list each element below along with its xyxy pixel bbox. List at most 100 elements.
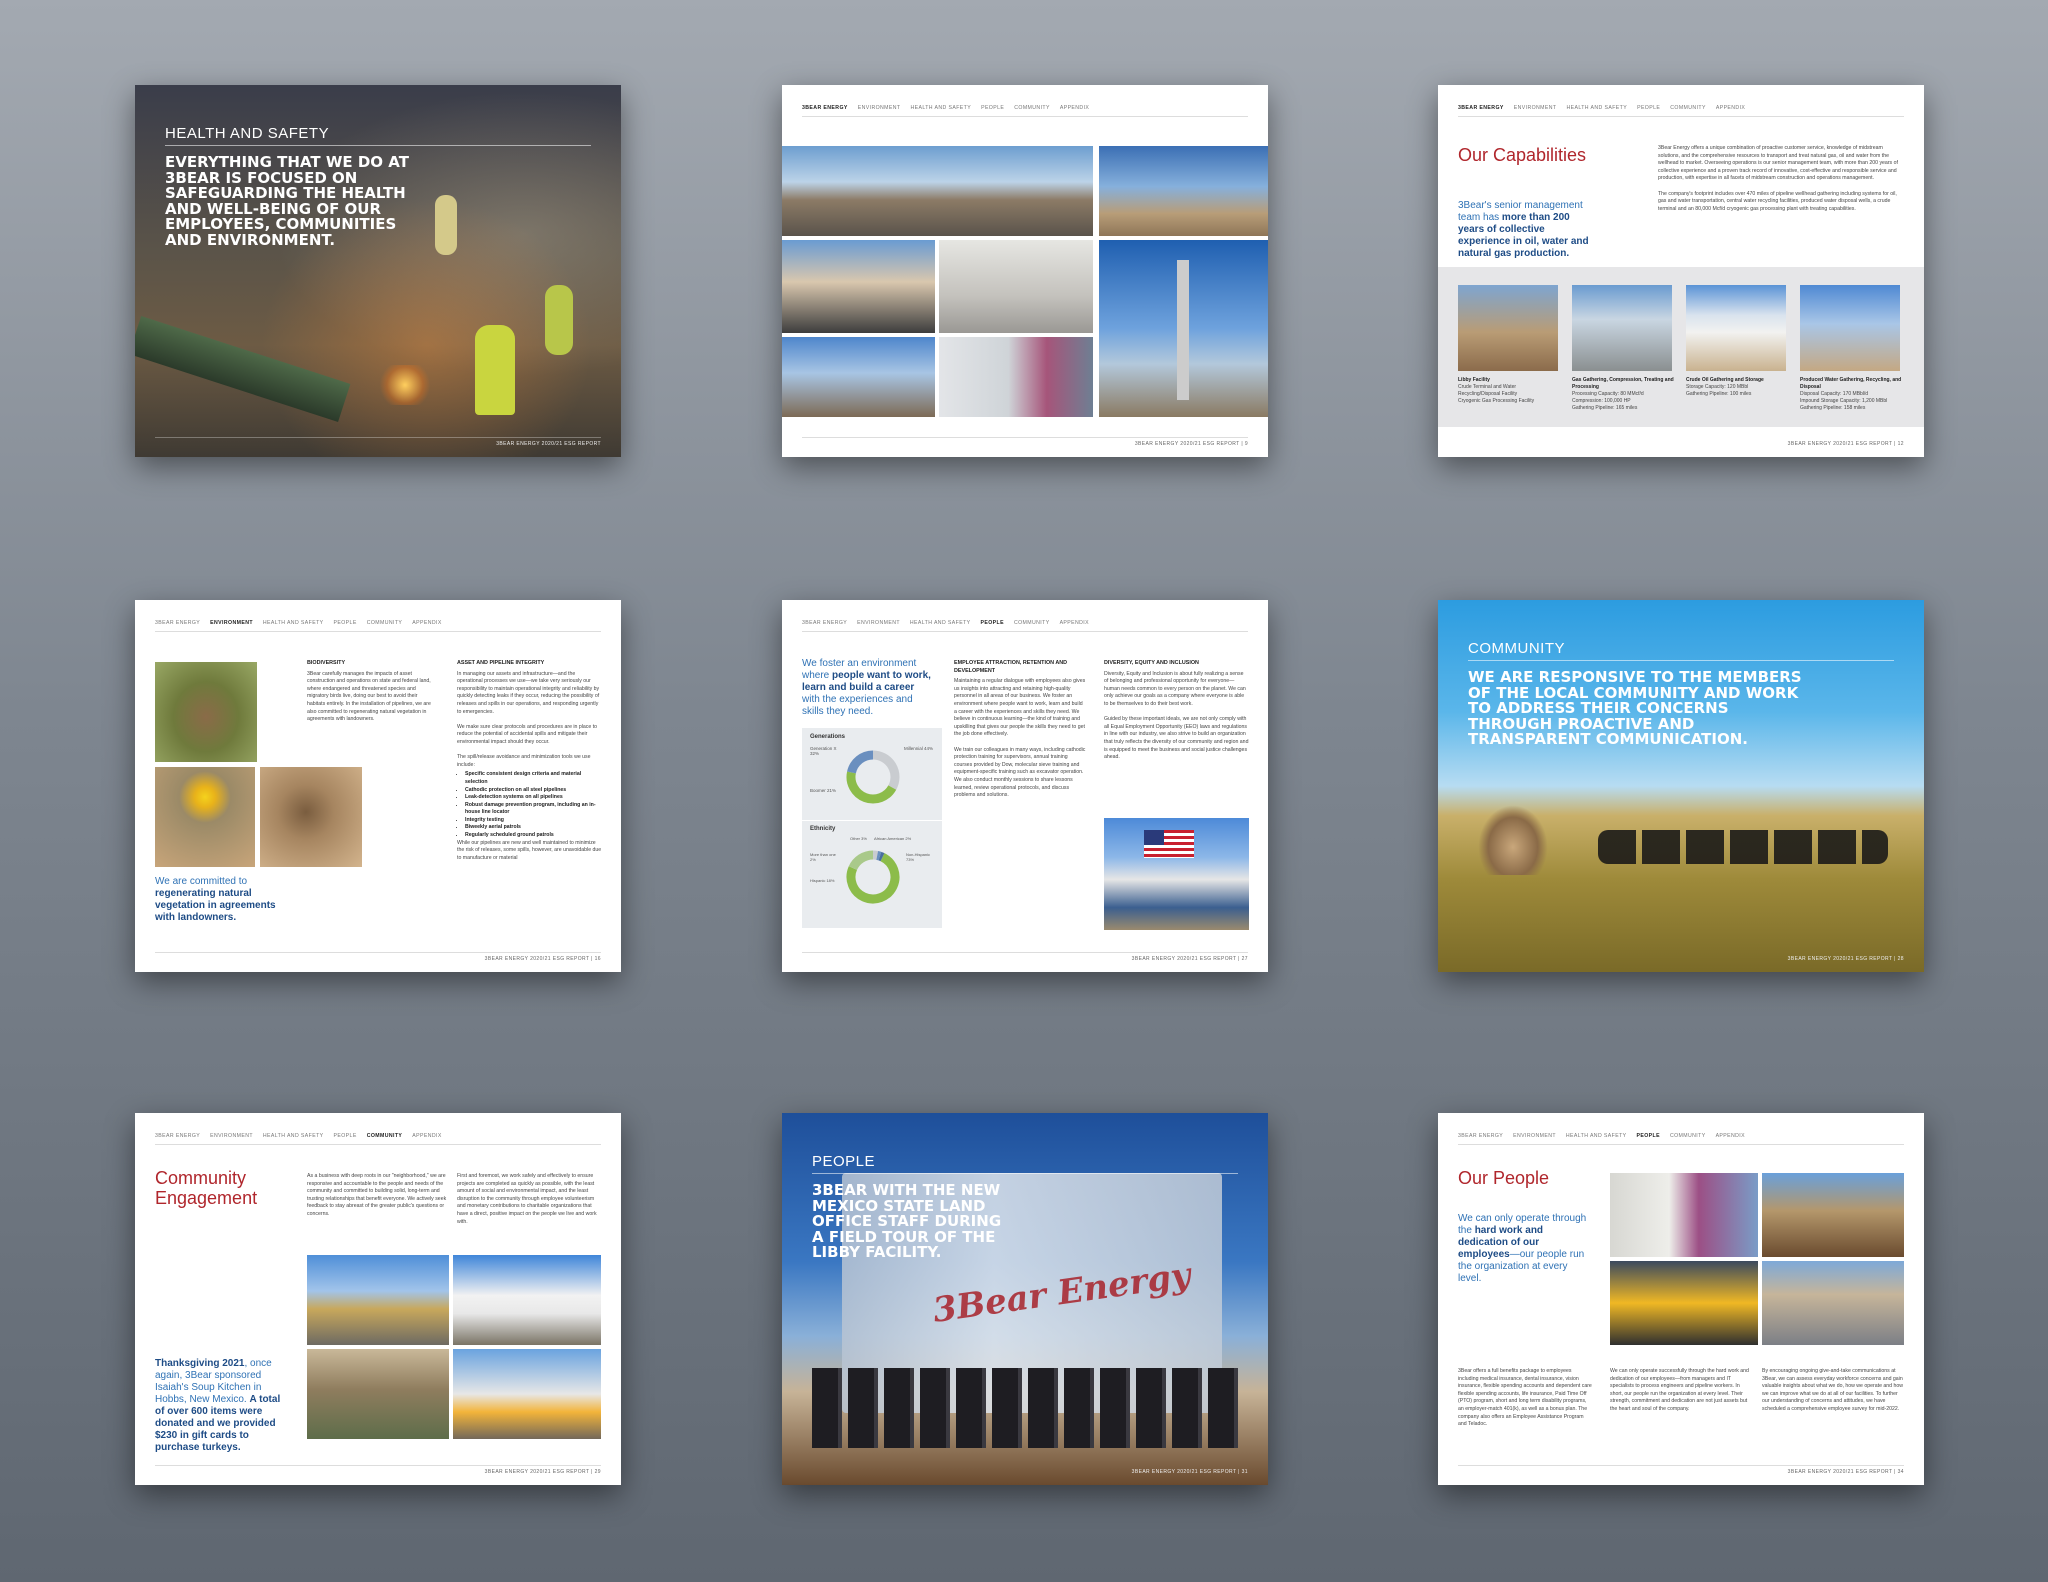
tools-list: Specific consistent design criteria and … [465, 771, 602, 839]
body-column: As a business with deep roots in our "ne… [307, 1173, 447, 1217]
attraction-text: We train our colleagues in many ways, in… [954, 746, 1086, 799]
dei-text: Diversity, Equity and Inclusion is about… [1104, 670, 1246, 707]
generations-donut [846, 750, 900, 804]
nav-item[interactable]: Health and Safety [263, 620, 324, 626]
nav-item[interactable]: 3Bear Energy [802, 105, 848, 111]
nav-item[interactable]: Environment [210, 1133, 253, 1139]
page-photo-collage[interactable]: 3Bear Energy Environment Health and Safety… [782, 85, 1268, 457]
biodiversity-column: Biodiversity 3Bear carefully manages the … [307, 660, 435, 724]
generations-title: Generations [810, 734, 846, 740]
nav-item[interactable]: Community [367, 620, 403, 626]
nav-item[interactable]: 3Bear Energy [155, 1133, 200, 1139]
body-paragraph: The company's footprint includes over 47… [1658, 190, 1897, 212]
nav-item[interactable]: Appendix [412, 1133, 441, 1139]
chart-label: Non-Hispanic 73% [906, 852, 931, 862]
facility-photo-water [1800, 285, 1900, 371]
nav-item[interactable]: Community [367, 1133, 403, 1139]
photo-food-boxes [307, 1349, 449, 1439]
page-number: 34 [1897, 1469, 1904, 1475]
page-our-people[interactable]: 3Bear Energy Environment Health and Safety… [1438, 1113, 1924, 1485]
page-nav: 3Bear Energy Environment Health and Safety… [802, 620, 1248, 632]
chart-label: More than one 2% [810, 852, 836, 862]
page-footer: 3Bear Energy 2020/21 ESG Report [155, 437, 601, 447]
nav-item[interactable]: People [1637, 105, 1660, 111]
biodiversity-text: 3Bear carefully manages the impacts of a… [307, 670, 431, 723]
nav-item[interactable]: Environment [857, 620, 900, 626]
photo-trench-workers [1762, 1173, 1904, 1257]
chart-label: Millennial 44% [904, 746, 934, 751]
pull-quote-text: with the experiences and skills they nee… [802, 694, 913, 717]
worker-figure [545, 285, 573, 355]
facility-photo-gas [1572, 285, 1672, 371]
nav-item[interactable]: People [981, 620, 1004, 626]
nav-item[interactable]: Community [1670, 1133, 1706, 1139]
nav-item[interactable]: Appendix [412, 620, 441, 626]
group-photo-people [812, 1368, 1242, 1448]
nav-item[interactable]: 3Bear Energy [1458, 1133, 1503, 1139]
facility-detail: Disposal Capacity: 170 MBbl/d [1800, 391, 1869, 397]
page-people-stats[interactable]: 3Bear Energy Environment Health and Safety… [782, 600, 1268, 972]
nav-item[interactable]: Environment [1513, 1133, 1556, 1139]
facility-name: Crude Oil Gathering and Storage [1686, 377, 1764, 383]
nav-item[interactable]: Appendix [1716, 105, 1745, 111]
list-item: Regularly scheduled ground patrols [465, 832, 602, 840]
page-environment[interactable]: 3Bear Energy Environment Health and Safety… [135, 600, 621, 972]
nav-item[interactable]: Health and Safety [910, 105, 971, 111]
photo-valves [782, 146, 1093, 236]
nav-item[interactable]: People [334, 1133, 357, 1139]
nav-item[interactable]: Appendix [1716, 1133, 1745, 1139]
ethnicity-slice [848, 850, 874, 871]
page-number: 12 [1897, 441, 1904, 447]
page-nav: 3Bear Energy Environment Health and Safety… [802, 105, 1248, 117]
page-title: Our Capabilities [1458, 145, 1587, 165]
biodiversity-heading: Biodiversity [307, 660, 346, 666]
nav-item[interactable]: Appendix [1060, 105, 1089, 111]
nav-item[interactable]: People [981, 105, 1004, 111]
page-people-cover[interactable]: 3Bear Energy People 3Bear with the New M… [782, 1113, 1268, 1485]
photo-equipment-operators [1610, 1261, 1758, 1345]
nav-item[interactable]: Environment [858, 105, 901, 111]
nav-item[interactable]: People [334, 620, 357, 626]
nav-item[interactable]: 3Bear Energy [802, 620, 847, 626]
facility-detail: Compression: 100,000 HP [1572, 398, 1631, 404]
page-community-cover[interactable]: Community We are responsive to the membe… [1438, 600, 1924, 972]
list-item: Robust damage prevention program, includ… [465, 802, 602, 817]
nav-item[interactable]: Community [1014, 105, 1050, 111]
photo-team-flag [1104, 818, 1249, 930]
page-community-engagement[interactable]: 3Bear Energy Environment Health and Safety… [135, 1113, 621, 1485]
facility-detail: Gathering Pipeline: 165 miles [1572, 405, 1638, 411]
page-our-capabilities[interactable]: 3Bear Energy Environment Health and Safety… [1438, 85, 1924, 457]
page-number: 29 [594, 1469, 601, 1475]
section-label: Health and Safety [165, 125, 330, 142]
pull-quote: 3Bear's senior management team has more … [1458, 200, 1598, 260]
nav-item[interactable]: Environment [1514, 105, 1557, 111]
pull-quote-bold: Thanksgiving 2021 [155, 1358, 245, 1369]
pull-quote-bold: regenerating natural vegetation in agree… [155, 888, 276, 923]
nav-item[interactable]: 3Bear Energy [1458, 105, 1504, 111]
section-rule [1468, 660, 1894, 661]
list-item: Integrity testing [465, 817, 602, 825]
nav-item[interactable]: Appendix [1060, 620, 1089, 626]
page-footer: 3Bear Energy 2020/21 ESG Report | 27 [802, 952, 1248, 962]
nav-item[interactable]: Health and Safety [263, 1133, 324, 1139]
panel-divider [802, 820, 942, 821]
facility-detail: Impound Storage Capacity: 1,200 MBbl [1800, 398, 1888, 404]
photo-pipeline-field [782, 337, 935, 417]
photo-donation-truck [307, 1255, 449, 1345]
nav-item[interactable]: Health and Safety [910, 620, 971, 626]
page-number: 31 [1241, 1469, 1248, 1475]
integrity-text: We make sure clear protocols and procedu… [457, 723, 598, 745]
page-title: Community Engagement [155, 1168, 258, 1208]
pull-quote: We foster an environment where people wa… [802, 658, 932, 718]
nav-item[interactable]: 3Bear Energy [155, 620, 200, 626]
nav-item[interactable]: Health and Safety [1566, 1133, 1627, 1139]
nav-item[interactable]: People [1637, 1133, 1660, 1139]
generations-slice [872, 750, 900, 790]
page-footer: 3Bear Energy 2020/21 ESG Report | 31 [1131, 1469, 1248, 1475]
page-health-safety-cover[interactable]: Health and Safety Everything that we do … [135, 85, 621, 457]
nav-item[interactable]: Environment [210, 620, 253, 626]
facility-detail: Cryogenic Gas Processing Facility [1458, 398, 1535, 404]
nav-item[interactable]: Community [1014, 620, 1050, 626]
nav-item[interactable]: Health and Safety [1566, 105, 1627, 111]
nav-item[interactable]: Community [1670, 105, 1706, 111]
